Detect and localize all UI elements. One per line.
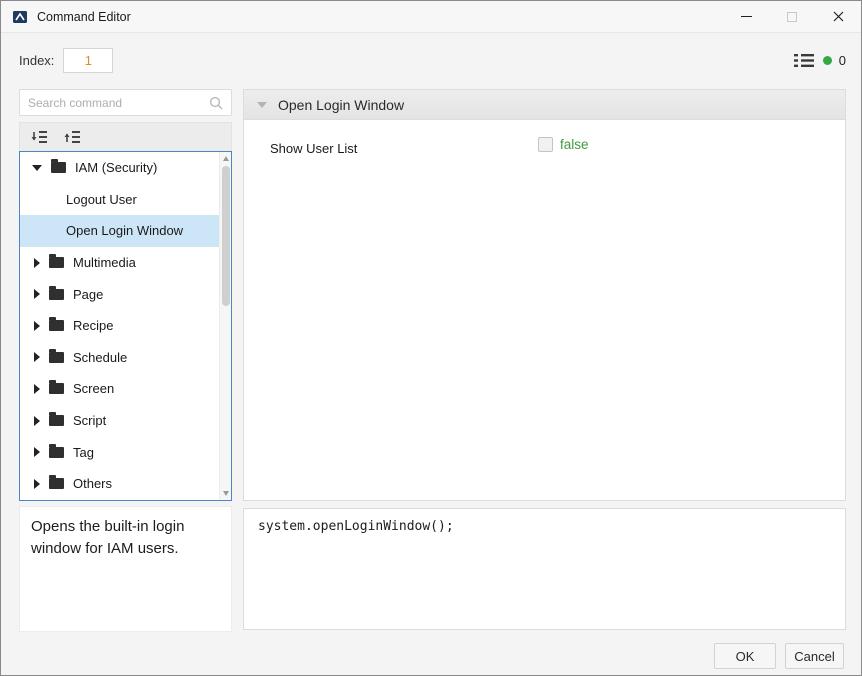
folder-icon [49, 289, 64, 300]
tree-item-label: Script [73, 413, 106, 428]
tree-item-label: Open Login Window [66, 223, 183, 238]
folder-icon [49, 352, 64, 363]
show-user-list-control: false [538, 137, 589, 152]
show-user-list-value: false [560, 137, 589, 152]
detail-title: Open Login Window [278, 97, 404, 113]
collapse-all-icon [31, 129, 48, 145]
tree-item-multimedia[interactable]: Multimedia [20, 247, 231, 279]
tree-item-recipe[interactable]: Recipe [20, 310, 231, 342]
scroll-up-icon [223, 156, 229, 161]
search-input[interactable] [20, 96, 209, 110]
command-detail-panel: Open Login Window Show User List false [243, 89, 846, 501]
tree-item-script[interactable]: Script [20, 405, 231, 437]
tree-scrollbar[interactable] [219, 152, 231, 500]
folder-icon [51, 162, 66, 173]
window-controls [723, 1, 861, 32]
tree-item-label: Recipe [73, 318, 113, 333]
tree-item-label: Others [73, 476, 112, 491]
collapsed-arrow-icon[interactable] [34, 258, 40, 268]
scrollbar-down-button[interactable] [220, 487, 232, 500]
collapsed-arrow-icon[interactable] [34, 479, 40, 489]
folder-icon [49, 320, 64, 331]
tree-toolbar [19, 122, 232, 151]
tree-item-label: Logout User [66, 192, 137, 207]
folder-icon [49, 478, 64, 489]
collapsed-arrow-icon[interactable] [34, 289, 40, 299]
tree-item-open-login-window[interactable]: Open Login Window [20, 215, 231, 247]
collapsed-arrow-icon[interactable] [34, 352, 40, 362]
command-tree: IAM (Security) Logout User Open Login Wi… [19, 151, 232, 501]
folder-icon [49, 447, 64, 458]
tree-item-iam-security[interactable]: IAM (Security) [20, 152, 231, 184]
expanded-arrow-icon[interactable] [32, 165, 42, 171]
tree-item-logout-user[interactable]: Logout User [20, 184, 231, 216]
tree-item-label: Tag [73, 445, 94, 460]
command-description: Opens the built-in login window for IAM … [19, 506, 232, 632]
app-icon [12, 9, 28, 25]
index-row: Index: 0 [19, 46, 846, 74]
command-editor-window: Command Editor Index: [0, 0, 862, 676]
tree-item-label: Schedule [73, 350, 127, 365]
collapse-all-button[interactable] [29, 127, 50, 147]
folder-icon [49, 383, 64, 394]
command-search-box [19, 89, 232, 116]
event-list-icon [794, 53, 814, 68]
folder-icon [49, 257, 64, 268]
code-text: system.openLoginWindow(); [258, 519, 454, 534]
collapsed-arrow-icon[interactable] [34, 447, 40, 457]
tree-item-screen[interactable]: Screen [20, 373, 231, 405]
tree-item-label: IAM (Security) [75, 160, 157, 175]
tree-item-schedule[interactable]: Schedule [20, 342, 231, 374]
detail-header[interactable]: Open Login Window [244, 90, 845, 120]
collapsed-arrow-icon[interactable] [34, 384, 40, 394]
event-list-button[interactable] [792, 51, 816, 70]
close-icon [833, 11, 844, 22]
status-dot-icon [823, 56, 832, 65]
maximize-button[interactable] [769, 1, 815, 32]
close-button[interactable] [815, 1, 861, 32]
scrollbar-thumb[interactable] [222, 166, 230, 306]
event-count: 0 [839, 53, 846, 68]
minimize-button[interactable] [723, 1, 769, 32]
titlebar: Command Editor [1, 1, 861, 33]
scroll-down-icon [223, 491, 229, 496]
search-icon [209, 96, 223, 110]
cancel-button[interactable]: Cancel [785, 643, 844, 669]
window-title: Command Editor [37, 10, 131, 24]
tree-item-page[interactable]: Page [20, 278, 231, 310]
folder-icon [49, 415, 64, 426]
tree-item-label: Page [73, 287, 103, 302]
maximize-icon [787, 12, 797, 22]
ok-button[interactable]: OK [714, 643, 776, 669]
code-preview[interactable]: system.openLoginWindow(); [243, 508, 846, 630]
expand-all-icon [64, 129, 81, 145]
show-user-list-checkbox[interactable] [538, 137, 553, 152]
collapsed-arrow-icon[interactable] [34, 321, 40, 331]
show-user-list-label: Show User List [270, 141, 357, 156]
tree-item-label: Screen [73, 381, 114, 396]
scrollbar-up-button[interactable] [220, 152, 232, 165]
event-status: 0 [792, 51, 846, 70]
tree-item-tag[interactable]: Tag [20, 436, 231, 468]
collapsed-arrow-icon[interactable] [34, 416, 40, 426]
collapse-section-icon[interactable] [257, 102, 267, 108]
index-label: Index: [19, 53, 54, 68]
minimize-icon [741, 16, 752, 18]
tree-item-label: Multimedia [73, 255, 136, 270]
expand-all-button[interactable] [62, 127, 83, 147]
index-input[interactable] [63, 48, 113, 73]
tree-item-others[interactable]: Others [20, 468, 231, 500]
